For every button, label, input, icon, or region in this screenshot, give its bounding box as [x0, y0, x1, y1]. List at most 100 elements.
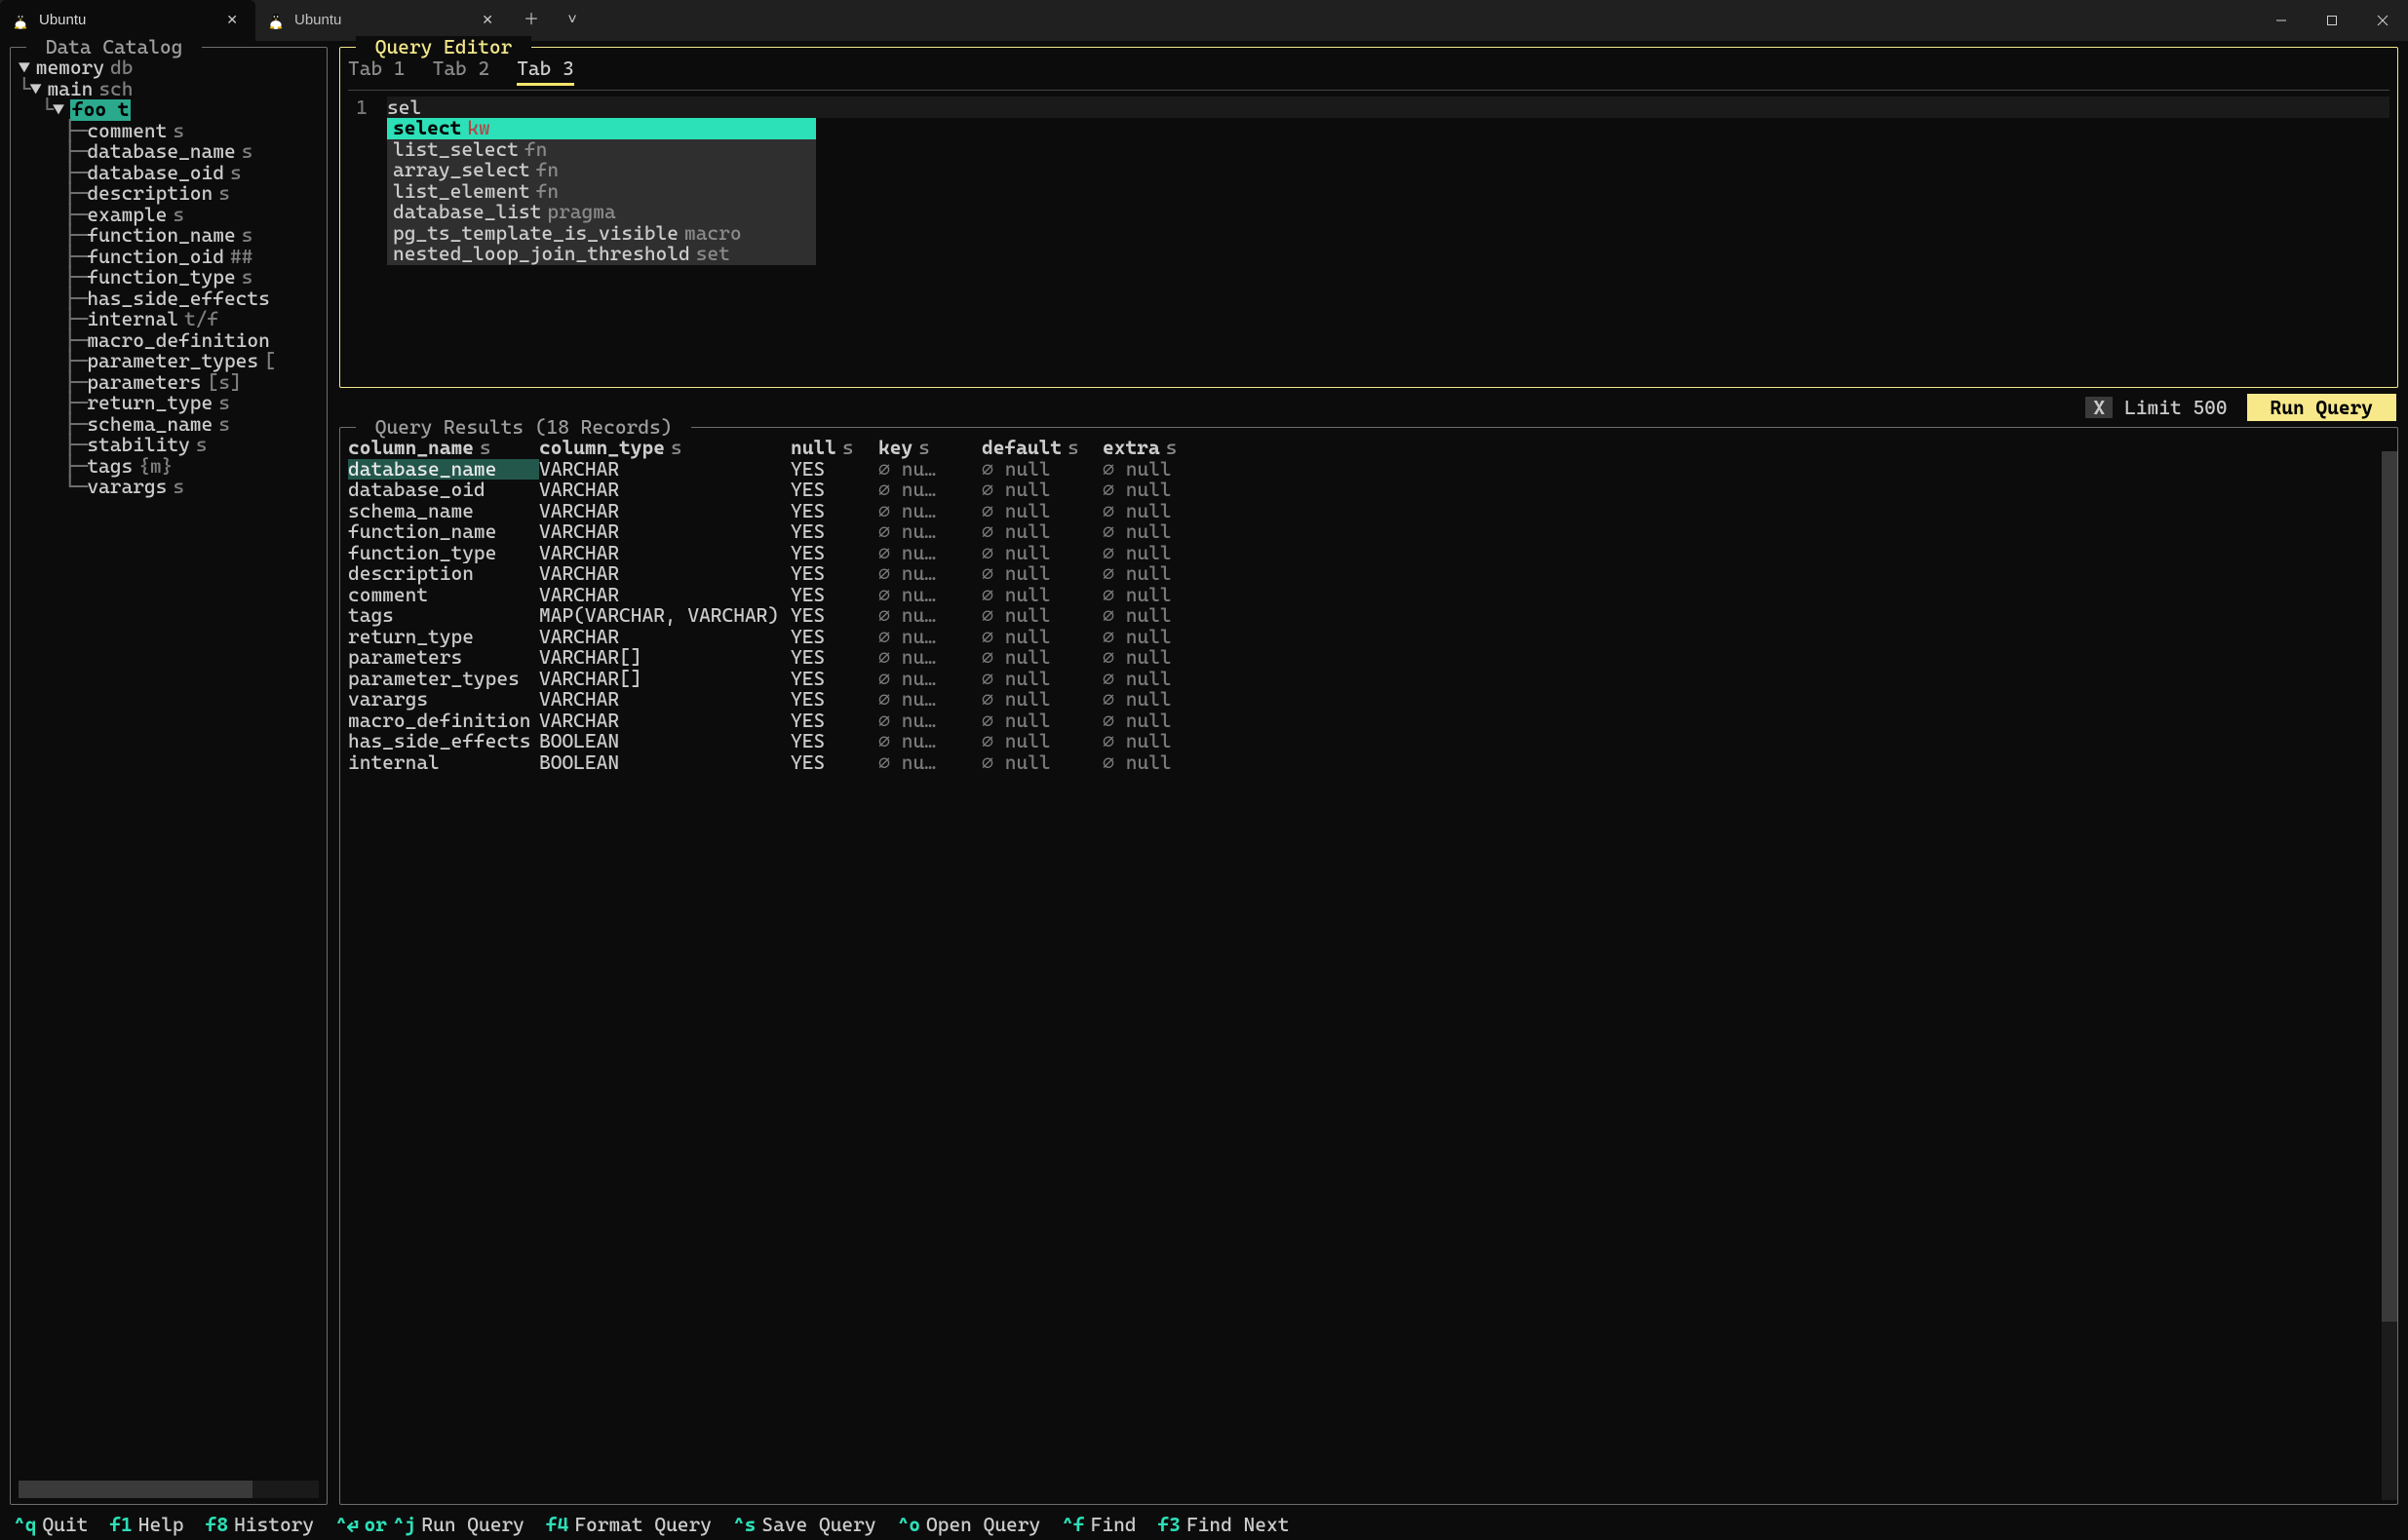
tree-column-name: comment: [87, 121, 167, 142]
tree-column-type: s: [224, 163, 242, 184]
tree-row[interactable]: ├─ function_types: [19, 267, 319, 289]
sql-input[interactable]: sel: [387, 96, 2389, 118]
tree-row[interactable]: └─ varargss: [19, 477, 319, 498]
tree-row[interactable]: ├─ parameter_types[: [19, 351, 319, 372]
null-icon: ∅: [982, 731, 993, 752]
results-row[interactable]: internalBOOLEANYES∅ nu…∅ null∅ null: [348, 752, 2389, 774]
null-icon: ∅: [878, 731, 890, 752]
tree-row[interactable]: ├─ descriptions: [19, 183, 319, 205]
results-row[interactable]: macro_definitionVARCHARYES∅ nu…∅ null∅ n…: [348, 711, 2389, 732]
results-row[interactable]: descriptionVARCHARYES∅ nu…∅ null∅ null: [348, 563, 2389, 585]
horizontal-scrollbar[interactable]: [19, 1481, 319, 1498]
vertical-scrollbar[interactable]: [2382, 451, 2397, 1500]
tab-menu-button[interactable]: ˅: [552, 0, 593, 41]
tree-row[interactable]: ├─ has_side_effects: [19, 289, 319, 310]
tree-row[interactable]: ├─ parameters[s]: [19, 372, 319, 394]
maximize-button[interactable]: [2307, 0, 2357, 41]
results-row[interactable]: varargsVARCHARYES∅ nu…∅ null∅ null: [348, 689, 2389, 711]
null-icon: ∅: [878, 563, 890, 585]
results-header-cell[interactable]: nulls: [791, 438, 878, 459]
editor-tab[interactable]: Tab 1: [348, 58, 406, 86]
shortcut-item: ^sSave Query: [733, 1514, 876, 1535]
results-row[interactable]: commentVARCHARYES∅ nu…∅ null∅ null: [348, 585, 2389, 606]
tree-row[interactable]: ├─ stabilitys: [19, 435, 319, 456]
tree-row[interactable]: ├─ function_oid##: [19, 247, 319, 268]
null-text: nu…: [902, 501, 936, 522]
editor-tab[interactable]: Tab 2: [433, 58, 490, 86]
completion-item[interactable]: nested_loop_join_thresholdset: [387, 244, 816, 265]
window-close-button[interactable]: [2357, 0, 2408, 41]
completion-item[interactable]: selectkw: [387, 118, 816, 139]
tree-row[interactable]: ├─ return_types: [19, 393, 319, 414]
tree-row[interactable]: ├─ macro_definition: [19, 330, 319, 352]
minimize-button[interactable]: [2256, 0, 2307, 41]
tree-column-type: [s]: [202, 372, 242, 394]
completion-item[interactable]: array_selectfn: [387, 160, 816, 181]
results-row[interactable]: tagsMAP(VARCHAR, VARCHAR)YES∅ nu…∅ null∅…: [348, 605, 2389, 627]
null-icon: ∅: [982, 605, 993, 627]
results-cell: ∅ nu…: [878, 605, 982, 627]
null-text: nu…: [902, 647, 936, 669]
completion-kind: kw: [461, 116, 489, 139]
results-cell: YES: [791, 480, 878, 501]
results-row[interactable]: parametersVARCHAR[]YES∅ nu…∅ null∅ null: [348, 647, 2389, 669]
limit-label[interactable]: Limit 500: [2124, 397, 2234, 418]
tree-column-name: parameters: [87, 372, 201, 394]
results-header-cell[interactable]: column_types: [539, 438, 791, 459]
tree-row[interactable]: ├─ function_names: [19, 225, 319, 247]
shortcut-label: Find: [1091, 1514, 1137, 1535]
tree-column-type: ##: [224, 247, 252, 268]
catalog-tree[interactable]: ▼memorydb└ ▼mainsch └ ▼foo t ├─ comments…: [19, 56, 319, 1477]
scrollbar-thumb[interactable]: [19, 1481, 252, 1498]
completion-item[interactable]: list_selectfn: [387, 139, 816, 161]
results-header-cell[interactable]: column_names: [348, 438, 539, 459]
null-icon: ∅: [982, 752, 993, 774]
results-cell: comment: [348, 585, 539, 606]
tree-row[interactable]: ├─ schema_names: [19, 414, 319, 436]
completion-kind: macro: [679, 221, 742, 245]
null-icon: ∅: [982, 501, 993, 522]
completion-item[interactable]: database_listpragma: [387, 202, 816, 223]
results-row[interactable]: database_nameVARCHARYES∅ nu…∅ null∅ null: [348, 459, 2389, 481]
results-cell: YES: [791, 563, 878, 585]
results-header-cell[interactable]: extras: [1103, 438, 1190, 459]
results-row[interactable]: database_oidVARCHARYES∅ nu…∅ null∅ null: [348, 480, 2389, 501]
tree-row[interactable]: ├─ database_oids: [19, 163, 319, 184]
tree-row[interactable]: ├─ internalt/f: [19, 309, 319, 330]
close-results-button[interactable]: X: [2085, 397, 2113, 418]
results-cell: YES: [791, 711, 878, 732]
results-cell: internal: [348, 752, 539, 774]
scrollbar-thumb[interactable]: [2382, 451, 2397, 1322]
tree-column-name: has_side_effects: [87, 289, 270, 310]
results-grid[interactable]: column_namescolumn_typesnullskeysdefault…: [348, 436, 2389, 1498]
tree-row[interactable]: ▼memorydb: [19, 58, 319, 79]
results-header-cell[interactable]: defaults: [982, 438, 1103, 459]
results-row[interactable]: parameter_typesVARCHAR[]YES∅ nu…∅ null∅ …: [348, 669, 2389, 690]
results-row[interactable]: has_side_effectsBOOLEANYES∅ nu…∅ null∅ n…: [348, 731, 2389, 752]
run-query-button[interactable]: Run Query: [2247, 394, 2396, 421]
results-row[interactable]: function_nameVARCHARYES∅ nu…∅ null∅ null: [348, 521, 2389, 543]
tree-column-type: t/f: [178, 309, 218, 330]
results-row[interactable]: function_typeVARCHARYES∅ nu…∅ null∅ null: [348, 543, 2389, 564]
shortcut-label: History: [234, 1514, 314, 1535]
tree-row[interactable]: ├─ database_names: [19, 141, 319, 163]
results-row[interactable]: return_typeVARCHARYES∅ nu…∅ null∅ null: [348, 627, 2389, 648]
tree-row[interactable]: └ ▼mainsch: [19, 79, 319, 100]
close-icon[interactable]: ✕: [478, 13, 497, 27]
completion-popup[interactable]: selectkwlist_selectfnarray_selectfnlist_…: [387, 118, 816, 265]
tree-row[interactable]: ├─ comments: [19, 121, 319, 142]
null-text: null: [1126, 689, 1172, 711]
results-header-cell[interactable]: keys: [878, 438, 982, 459]
tree-column-name: parameter_types: [87, 351, 258, 372]
editor-tab[interactable]: Tab 3: [517, 58, 574, 86]
tree-row[interactable]: ├─ tags{m}: [19, 456, 319, 478]
completion-item[interactable]: pg_ts_template_is_visiblemacro: [387, 223, 816, 245]
tree-row[interactable]: ├─ examples: [19, 205, 319, 226]
completion-item[interactable]: list_elementfn: [387, 181, 816, 203]
null-text: null: [1126, 585, 1172, 606]
null-text: null: [1126, 731, 1172, 752]
results-row[interactable]: schema_nameVARCHARYES∅ nu…∅ null∅ null: [348, 501, 2389, 522]
tree-row[interactable]: └ ▼foo t: [19, 99, 319, 121]
tree-column-type: s: [236, 225, 253, 247]
close-icon[interactable]: ✕: [222, 13, 242, 27]
